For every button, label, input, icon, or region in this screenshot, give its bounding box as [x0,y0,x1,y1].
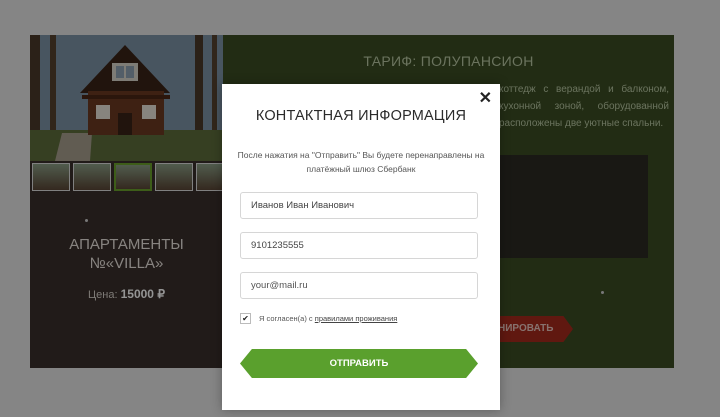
agree-text: Я согласен(а) с [259,314,313,323]
modal-note: После нажатия на "Отправить" Вы будете п… [237,150,485,174]
agree-label: Я согласен(а) с правилами проживания [259,313,397,324]
close-icon[interactable]: ✕ [479,88,492,108]
rules-link[interactable]: правилами проживания [315,314,398,323]
contact-modal: ✕ КОНТАКТНАЯ ИНФОРМАЦИЯ После нажатия на… [222,84,500,410]
submit-button[interactable]: ОТПРАВИТЬ [240,349,478,378]
phone-field[interactable]: 9101235555 [240,232,478,259]
name-field[interactable]: Иванов Иван Иванович [240,192,478,219]
agree-checkbox[interactable]: ✔ [240,313,251,324]
email-field[interactable]: your@mail.ru [240,272,478,299]
modal-title: КОНТАКТНАЯ ИНФОРМАЦИЯ [255,108,467,124]
